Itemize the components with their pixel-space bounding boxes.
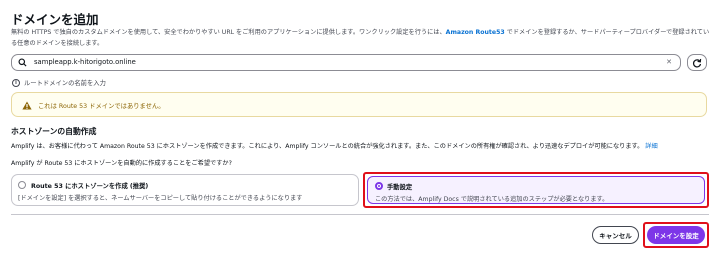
cancel-button[interactable]: キャンセル xyxy=(592,226,639,244)
option-description: [ドメインを設定] を選択すると、ネームサーバーをコピーして貼り付けることができ… xyxy=(18,195,303,202)
warning-icon xyxy=(22,101,32,110)
radio-manual-setup[interactable] xyxy=(375,182,383,190)
configure-domain-button[interactable]: ドメインを設定 xyxy=(647,226,705,244)
hint-text: ルートドメインの名前を入力 xyxy=(24,80,106,87)
domain-input-value[interactable]: sampleapp.k-hitorigoto.online xyxy=(34,58,136,66)
option-manual-setup-panel[interactable]: 手動設定 この方法では、Amplify Docs で説明されている追加のステップ… xyxy=(367,176,705,204)
details-link[interactable]: 詳細 xyxy=(645,143,657,150)
option-title: Route 53 にホストゾーンを作成 (推奨) xyxy=(31,183,149,190)
domain-search-input[interactable]: sampleapp.k-hitorigoto.online ✕ xyxy=(11,54,681,71)
input-hint: i ルートドメインの名前を入力 xyxy=(12,78,106,87)
page-title: ドメインを追加 xyxy=(11,12,99,27)
option-description: この方法では、Amplify Docs で説明されている追加のステップが必要とな… xyxy=(375,196,609,203)
hosted-zone-title: ホストゾーンの自動作成 xyxy=(11,127,97,136)
refresh-button[interactable] xyxy=(687,54,707,71)
search-icon xyxy=(18,58,27,67)
info-icon: i xyxy=(12,78,20,87)
hosted-zone-description-text: Amplify は、お客様に代わって Amazon Route 53 にホストゾ… xyxy=(11,143,644,150)
option-create-hosted-zone[interactable]: Route 53 にホストゾーンを作成 (推奨) [ドメインを設定] を選択する… xyxy=(11,174,359,206)
option-manual-setup[interactable]: 手動設定 この方法では、Amplify Docs で説明されている追加のステップ… xyxy=(363,172,709,208)
radio-create-hosted-zone[interactable] xyxy=(18,181,26,189)
hosted-zone-description: Amplify は、お客様に代わって Amazon Route 53 にホストゾ… xyxy=(11,141,658,150)
page-description: 無料の HTTPS で独自のカスタムドメインを使用して、安全でわかりやすい UR… xyxy=(11,27,711,49)
option-title: 手動設定 xyxy=(387,184,413,191)
route53-link[interactable]: Amazon Route53 xyxy=(446,29,505,36)
warning-alert: これは Route 53 ドメインではありません。 xyxy=(11,92,707,117)
description-text-start: 無料の HTTPS で独自のカスタムドメインを使用して、安全でわかりやすい UR… xyxy=(11,29,446,36)
hosted-zone-question: Amplify が Route 53 にホストゾーンを自動的に作成することをご希… xyxy=(11,160,232,167)
close-icon[interactable]: ✕ xyxy=(666,58,672,67)
warning-text: これは Route 53 ドメインではありません。 xyxy=(38,103,165,110)
refresh-icon xyxy=(692,58,702,67)
divider xyxy=(11,214,709,215)
